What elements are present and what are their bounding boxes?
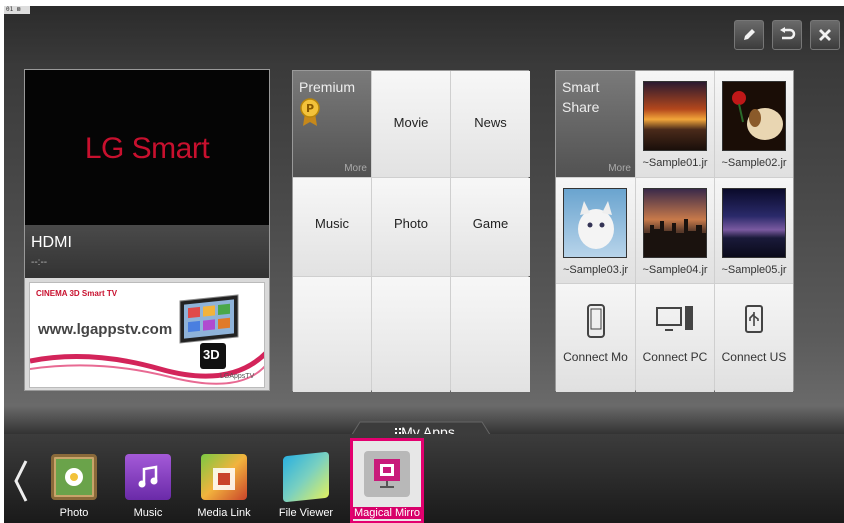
file-tile[interactable]: ~Sample01.jr: [636, 71, 714, 177]
mirror-icon: [374, 459, 400, 488]
chevron-left-icon: [14, 460, 28, 502]
usb-icon: [745, 305, 763, 333]
corner-tag: 01 ⊠: [4, 6, 30, 14]
file-tile[interactable]: ~Sample02.jr: [715, 71, 793, 177]
input-source-name: HDMI: [31, 234, 72, 251]
file-label: ~Sample03.jr: [562, 264, 629, 276]
connect-usb-icon-wrap: [715, 304, 793, 334]
file-tile[interactable]: ~Sample04.jr: [636, 178, 714, 283]
connect-usb-tile[interactable]: Connect US: [715, 284, 793, 392]
file-viewer-app-icon: [283, 451, 329, 503]
app-label: Music: [133, 507, 163, 519]
app-dock: Photo Music Media Link File Viewer Magic…: [4, 434, 844, 523]
badge-3d: 3D: [203, 347, 220, 362]
premium-title: Premium: [299, 79, 356, 95]
premium-grid: Premium P More Movie News Music Photo Ga…: [292, 70, 530, 392]
file-label: ~Sample01.jr: [642, 157, 708, 169]
city-thumbnail: [643, 188, 707, 258]
flower-icon: [56, 459, 92, 495]
lgappstv-banner[interactable]: CINEMA 3D Smart TV www.lgappstv.com 3D L…: [29, 282, 265, 388]
premium-more-link[interactable]: More: [344, 163, 367, 174]
app-music[interactable]: Music: [116, 444, 180, 523]
tv-preview[interactable]: LG Smart: [25, 70, 269, 225]
file-label: ~Sample05.jr: [721, 264, 787, 276]
media-link-app-icon: [201, 454, 247, 500]
pencil-icon: [744, 29, 755, 40]
city-art: [644, 219, 706, 257]
tile-movie[interactable]: Movie: [372, 71, 450, 177]
app-magical-mirror[interactable]: Magical Mirro: [350, 438, 424, 523]
dog-rose-art: [732, 91, 783, 140]
sunset-thumbnail: [643, 81, 707, 151]
dog-rose-thumbnail: [722, 81, 786, 151]
back-button[interactable]: [772, 20, 802, 50]
music-note-icon: [138, 465, 158, 488]
night-sky-thumbnail: [722, 188, 786, 258]
tv-home-screen: LG Smart HDMI --:-- CINEMA 3D Smart TV w…: [4, 6, 844, 523]
input-source-sub: --:--: [31, 257, 48, 268]
app-media-link[interactable]: Media Link: [192, 444, 256, 523]
file-label: ~Sample02.jr: [721, 157, 787, 169]
smart-share-more-link[interactable]: More: [608, 163, 631, 174]
smartphone-icon: [586, 304, 605, 338]
app-label: Media Link: [197, 507, 251, 519]
dock-prev-button[interactable]: [10, 456, 32, 506]
app-label: Photo: [59, 507, 89, 519]
kitten-thumbnail: [563, 188, 627, 258]
lgappstv-corner-logo: LGAppsTV: [220, 373, 255, 380]
smart-share-grid: Smart Share More ~Sample01.jr ~Sample02.…: [555, 70, 794, 392]
app-label: Magical Mirro: [353, 507, 421, 519]
cube-icon: [213, 468, 235, 490]
input-source-panel[interactable]: HDMI --:--: [25, 225, 269, 278]
music-app-icon: [125, 454, 171, 500]
close-button[interactable]: [810, 20, 840, 50]
svg-text:P: P: [306, 102, 314, 115]
app-file-viewer[interactable]: File Viewer: [274, 444, 338, 523]
connect-label: Connect Mo: [563, 350, 628, 364]
back-icon: [780, 27, 796, 40]
tile-music[interactable]: Music: [293, 178, 371, 276]
file-tile[interactable]: ~Sample03.jr: [556, 178, 635, 283]
premium-medal-icon: P: [300, 98, 320, 126]
file-label: ~Sample04.jr: [642, 264, 708, 276]
pc-icon: [656, 306, 693, 331]
connect-pc-tile[interactable]: Connect PC: [636, 284, 714, 392]
connect-mobile-tile[interactable]: Connect Mo: [556, 284, 635, 392]
magical-mirror-app-icon: [364, 451, 410, 497]
smart-share-tile[interactable]: Smart Share More: [556, 71, 635, 177]
tile-empty[interactable]: [372, 277, 450, 392]
connect-label: Connect PC: [642, 350, 708, 364]
lgappstv-url: www.lgappstv.com: [38, 321, 173, 338]
tile-news[interactable]: News: [451, 71, 530, 177]
tile-empty[interactable]: [451, 277, 530, 392]
close-icon: [819, 29, 831, 41]
tile-game[interactable]: Game: [451, 178, 530, 276]
live-tv-card[interactable]: LG Smart HDMI --:-- CINEMA 3D Smart TV w…: [24, 69, 270, 391]
connect-label: Connect US: [721, 350, 787, 364]
photo-app-icon: [51, 454, 97, 500]
file-tile[interactable]: ~Sample05.jr: [715, 178, 793, 283]
connect-mobile-icon-wrap: [556, 304, 635, 338]
smart-share-title-1: Smart: [562, 79, 600, 95]
kitten-art: [578, 201, 614, 249]
premium-tile[interactable]: Premium P More: [293, 71, 371, 177]
smart-share-title-2: Share: [562, 99, 600, 115]
tile-empty[interactable]: [293, 277, 371, 392]
connect-pc-icon-wrap: [636, 304, 714, 334]
app-label: File Viewer: [278, 507, 334, 519]
app-photo[interactable]: Photo: [42, 444, 106, 523]
tile-photo[interactable]: Photo: [372, 178, 450, 276]
edit-button[interactable]: [734, 20, 764, 50]
lg-smart-logo: LG Smart: [84, 132, 210, 165]
